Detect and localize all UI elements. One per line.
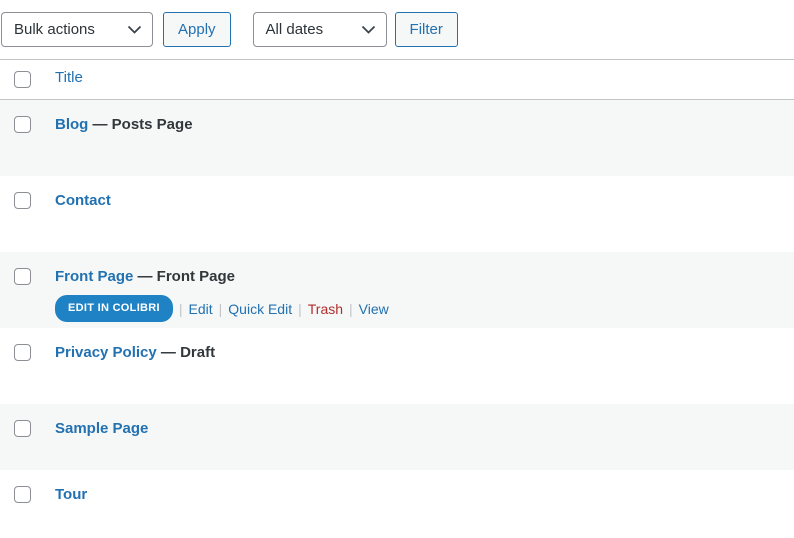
view-link[interactable]: View bbox=[359, 301, 389, 317]
action-separator: | bbox=[178, 300, 183, 317]
title-column-header[interactable]: Title bbox=[55, 69, 83, 86]
page-title: Contact bbox=[55, 191, 794, 211]
row-checkbox[interactable] bbox=[14, 192, 31, 209]
bulk-actions-select[interactable]: Bulk actions bbox=[1, 12, 153, 47]
page-title-link[interactable]: Blog bbox=[55, 116, 88, 133]
table-header-row: Title bbox=[0, 60, 794, 100]
table-row-front-page: Front Page — Front Page EDIT IN COLIBRI … bbox=[0, 252, 794, 328]
table-row-sample-page: Sample Page bbox=[0, 404, 794, 470]
chevron-down-icon bbox=[361, 25, 375, 34]
table-row-blog: Blog — Posts Page bbox=[0, 100, 794, 176]
row-checkbox[interactable] bbox=[14, 344, 31, 361]
pages-list-table: Title Blog — Posts Page Contact Front Pa… bbox=[0, 59, 794, 538]
row-checkbox[interactable] bbox=[14, 268, 31, 285]
row-actions: EDIT IN COLIBRI | Edit | Quick Edit | Tr… bbox=[55, 295, 794, 322]
page-title-link[interactable]: Front Page bbox=[55, 268, 133, 285]
edit-in-colibri-button[interactable]: EDIT IN COLIBRI bbox=[55, 295, 173, 322]
trash-link[interactable]: Trash bbox=[308, 301, 343, 317]
row-checkbox[interactable] bbox=[14, 116, 31, 133]
list-table-toolbar: Bulk actions Apply All dates Filter bbox=[0, 0, 794, 59]
page-title-link[interactable]: Privacy Policy bbox=[55, 344, 157, 361]
edit-link[interactable]: Edit bbox=[189, 301, 213, 317]
dates-selected-value: All dates bbox=[265, 21, 324, 38]
dates-filter-select[interactable]: All dates bbox=[252, 12, 387, 47]
page-title: Blog — Posts Page bbox=[55, 115, 794, 135]
bulk-actions-selected-value: Bulk actions bbox=[14, 21, 95, 38]
apply-button[interactable]: Apply bbox=[163, 12, 231, 47]
page-title-link[interactable]: Tour bbox=[55, 486, 87, 503]
page-title: Sample Page bbox=[55, 419, 794, 439]
page-title: Front Page — Front Page bbox=[55, 267, 794, 287]
page-title-link[interactable]: Contact bbox=[55, 192, 111, 209]
page-title-suffix: — Draft bbox=[156, 344, 216, 361]
select-all-checkbox[interactable] bbox=[14, 71, 31, 88]
table-row-privacy-policy: Privacy Policy — Draft bbox=[0, 328, 794, 404]
action-separator: | bbox=[218, 300, 223, 317]
page-title: Tour bbox=[55, 485, 794, 505]
row-checkbox[interactable] bbox=[14, 486, 31, 503]
filter-button[interactable]: Filter bbox=[394, 12, 458, 47]
action-separator: | bbox=[298, 300, 302, 317]
table-row-contact: Contact bbox=[0, 176, 794, 252]
quick-edit-link[interactable]: Quick Edit bbox=[228, 301, 292, 317]
page-title-suffix: — Front Page bbox=[133, 268, 236, 285]
page-title: Privacy Policy — Draft bbox=[55, 343, 794, 363]
chevron-down-icon bbox=[127, 25, 142, 34]
page-title-suffix: — Posts Page bbox=[88, 116, 193, 133]
row-checkbox[interactable] bbox=[14, 420, 31, 437]
page-title-link[interactable]: Sample Page bbox=[55, 420, 148, 437]
table-row-tour: Tour bbox=[0, 470, 794, 538]
action-separator: | bbox=[349, 300, 353, 317]
